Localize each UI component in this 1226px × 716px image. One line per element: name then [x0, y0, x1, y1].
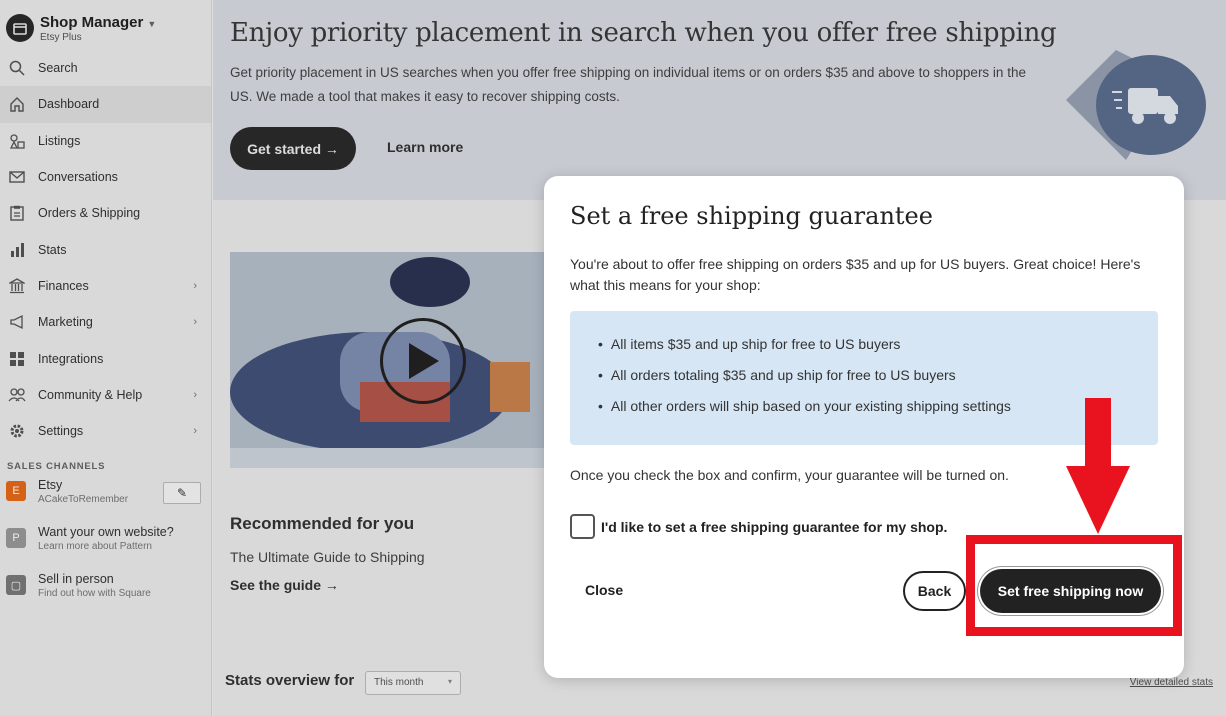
info-point: • All orders totaling $35 and up ship for…	[598, 367, 956, 383]
dialog-intro: You're about to offer free shipping on o…	[570, 256, 1141, 293]
checkbox-label[interactable]: I'd like to set a free shipping guarante…	[601, 519, 947, 535]
guarantee-checkbox-row[interactable]: I'd like to set a free shipping guarante…	[570, 514, 947, 539]
info-point: • All items $35 and up ship for free to U…	[598, 336, 901, 352]
red-highlight-annotation	[966, 535, 1182, 636]
confirm-text: Once you check the box and confirm, your…	[570, 467, 1009, 483]
back-button[interactable]: Back	[903, 571, 966, 611]
close-button[interactable]: Close	[585, 582, 623, 598]
red-arrow-annotation	[1066, 398, 1130, 534]
dialog-title: Set a free shipping guarantee	[570, 202, 933, 230]
info-point-text: All other orders will ship based on your…	[610, 398, 1011, 414]
info-point-text: All orders totaling $35 and up ship for …	[610, 367, 956, 383]
guarantee-checkbox[interactable]	[570, 514, 595, 539]
info-point-text: All items $35 and up ship for free to US…	[610, 336, 901, 352]
